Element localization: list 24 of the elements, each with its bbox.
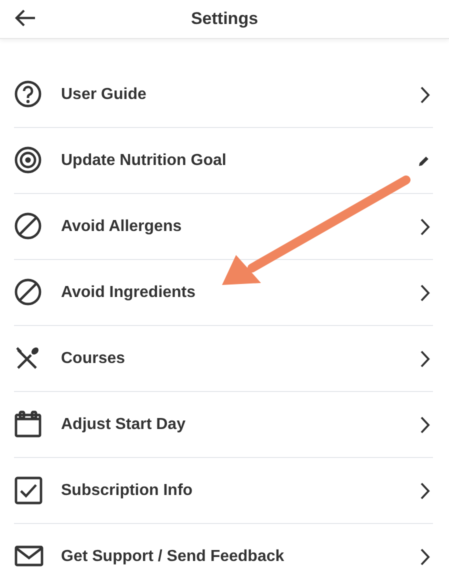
item-label: Update Nutrition Goal — [61, 152, 228, 170]
screen-title: Settings — [190, 9, 258, 29]
settings-item[interactable]: Subscription Info — [14, 458, 433, 524]
item-label: Subscription Info — [61, 482, 194, 500]
settings-item[interactable]: Avoid Allergens — [14, 194, 433, 260]
target-icon — [14, 146, 44, 176]
item-label: Adjust Start Day — [61, 416, 186, 434]
back-arrow-icon[interactable] — [14, 9, 36, 27]
checkbox-icon — [14, 476, 44, 506]
help-icon — [14, 80, 44, 110]
settings-item[interactable]: Courses — [14, 326, 433, 392]
calendar-icon — [14, 410, 44, 440]
item-label: Get Support / Send Feedback — [61, 548, 286, 566]
item-label: User Guide — [61, 86, 148, 104]
settings-item[interactable]: Adjust Start Day — [14, 392, 433, 458]
settings-item[interactable]: User Guide — [14, 62, 433, 128]
item-label: Avoid Ingredients — [61, 284, 197, 302]
settings-item[interactable]: Update Nutrition Goal — [14, 128, 433, 194]
item-label: Courses — [61, 350, 126, 368]
pencil-icon[interactable] — [418, 154, 430, 166]
blocked-icon — [14, 278, 44, 308]
item-label: Avoid Allergens — [61, 218, 183, 236]
blocked-icon — [14, 212, 44, 242]
settings-item[interactable]: Get Support / Send Feedback — [14, 524, 433, 586]
